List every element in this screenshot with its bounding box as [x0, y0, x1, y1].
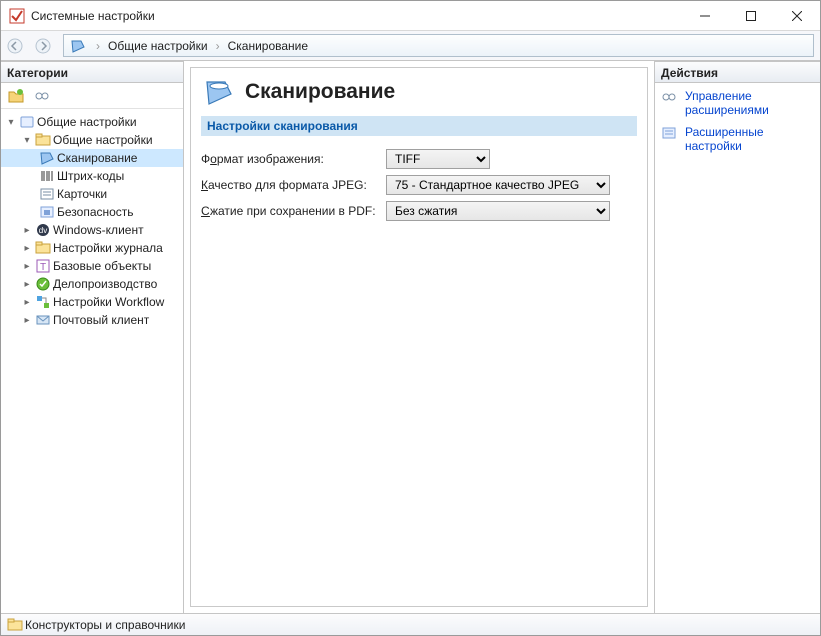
tree-label: Штрих-коды [57, 169, 124, 183]
scanner-icon [39, 150, 55, 166]
window-title: Системные настройки [31, 9, 682, 23]
app-icon [9, 8, 25, 24]
tree-node-workflow[interactable]: ▸ Настройки Workflow [1, 293, 183, 311]
nav-forward-button[interactable] [29, 31, 57, 60]
tree-label: Сканирование [57, 151, 137, 165]
action-link[interactable]: Расширенныенастройки [685, 125, 764, 153]
maximize-button[interactable] [728, 1, 774, 31]
security-icon [39, 204, 55, 220]
main-panel: Сканирование Настройки сканирования Форм… [184, 61, 655, 613]
statusbar: Конструкторы и справочники [1, 613, 820, 635]
action-manage-extensions[interactable]: Управлениерасширениями [661, 89, 814, 117]
tree-node-security[interactable]: Безопасность [1, 203, 183, 221]
label-quality: Качество для формата JPEG: [201, 178, 386, 192]
breadcrumb-item-2[interactable]: Сканирование [228, 39, 308, 53]
actions-header: Действия [655, 61, 820, 83]
docflow-icon [35, 276, 51, 292]
close-button[interactable] [774, 1, 820, 31]
row-compression: Сжатие при сохранении в PDF: Без сжатия [201, 198, 637, 224]
tree-label: Общие настройки [37, 115, 137, 129]
tree-label: Windows-клиент [53, 223, 144, 237]
tree-label: Настройки Workflow [53, 295, 164, 309]
link-icon [661, 89, 677, 105]
expand-icon[interactable]: ▸ [19, 240, 35, 256]
expand-icon[interactable]: ▸ [19, 276, 35, 292]
status-text: Конструкторы и справочники [25, 618, 185, 632]
expand-icon[interactable]: ▸ [19, 312, 35, 328]
base-icon: T [35, 258, 51, 274]
action-link[interactable]: Управлениерасширениями [685, 89, 769, 117]
window: Системные настройки › Общие настройки › … [0, 0, 821, 636]
workflow-icon [35, 294, 51, 310]
collapse-icon[interactable]: ▾ [19, 132, 35, 148]
titlebar: Системные настройки [1, 1, 820, 31]
tree-node-general[interactable]: ▾ Общие настройки [1, 131, 183, 149]
label-image-format: Формат изображения: [201, 152, 386, 166]
new-folder-button[interactable] [5, 85, 27, 107]
tree-node-mail[interactable]: ▸ Почтовый клиент [1, 311, 183, 329]
navbar: › Общие настройки › Сканирование [1, 31, 820, 61]
tree-label: Карточки [57, 187, 107, 201]
tree-node-windows-client[interactable]: ▸ dv Windows-клиент [1, 221, 183, 239]
nav-back-button[interactable] [1, 31, 29, 60]
tree-label: Почтовый клиент [53, 313, 149, 327]
breadcrumb[interactable]: › Общие настройки › Сканирование [63, 34, 814, 57]
tree-label: Делопроизводство [53, 277, 157, 291]
chevron-right-icon: › [210, 39, 226, 53]
minimize-button[interactable] [682, 1, 728, 31]
expand-icon[interactable]: ▸ [19, 222, 35, 238]
row-image-format: Формат изображения: TIFF [201, 146, 637, 172]
page-title: Сканирование [245, 80, 395, 104]
section-heading: Настройки сканирования [201, 116, 637, 136]
categories-toolbar [1, 83, 183, 109]
tree-label: Настройки журнала [53, 241, 163, 255]
card-icon [39, 186, 55, 202]
scanner-icon [203, 76, 235, 108]
tree-label: Безопасность [57, 205, 134, 219]
tree-node-cards[interactable]: Карточки [1, 185, 183, 203]
categories-panel: Категории ▾ Общие настройки ▾ Общие наст… [1, 61, 184, 613]
label-compression: Сжатие при сохранении в PDF: [201, 204, 386, 218]
breadcrumb-item-1[interactable]: Общие настройки [108, 39, 208, 53]
settings-form: Формат изображения: TIFF Качество для фо… [191, 140, 647, 230]
select-image-format[interactable]: TIFF [386, 149, 490, 169]
barcode-icon [39, 168, 55, 184]
actions-panel: Действия Управлениерасширениями Расширен… [655, 61, 820, 613]
expand-icon[interactable]: ▸ [19, 258, 35, 274]
mail-icon [35, 312, 51, 328]
select-quality[interactable]: 75 - Стандартное качество JPEG [386, 175, 610, 195]
breadcrumb-root-icon [70, 38, 86, 54]
tree-node-docflow[interactable]: ▸ Делопроизводство [1, 275, 183, 293]
folder-icon [35, 132, 51, 148]
svg-text:dv: dv [39, 226, 47, 235]
actions-body: Управлениерасширениями Расширенныенастро… [655, 83, 820, 167]
folder-icon [35, 240, 51, 256]
row-quality: Качество для формата JPEG: 75 - Стандарт… [201, 172, 637, 198]
body: Категории ▾ Общие настройки ▾ Общие наст… [1, 61, 820, 613]
categories-header: Категории [1, 61, 183, 83]
link-button[interactable] [31, 85, 53, 107]
folder-icon [19, 114, 35, 130]
action-advanced-settings[interactable]: Расширенныенастройки [661, 125, 814, 153]
tree-node-root[interactable]: ▾ Общие настройки [1, 113, 183, 131]
tree-node-barcodes[interactable]: Штрих-коды [1, 167, 183, 185]
folder-icon [7, 617, 23, 633]
chevron-right-icon: › [90, 39, 106, 53]
tree-label: Базовые объекты [53, 259, 151, 273]
categories-tree: ▾ Общие настройки ▾ Общие настройки Скан… [1, 109, 183, 613]
tree-node-base-objects[interactable]: ▸ T Базовые объекты [1, 257, 183, 275]
select-compression[interactable]: Без сжатия [386, 201, 610, 221]
settings-icon [661, 125, 677, 141]
collapse-icon[interactable]: ▾ [3, 114, 19, 130]
tree-label: Общие настройки [53, 133, 153, 147]
main-inner: Сканирование Настройки сканирования Форм… [190, 67, 648, 607]
svg-text:T: T [40, 262, 46, 273]
expand-icon[interactable]: ▸ [19, 294, 35, 310]
windows-client-icon: dv [35, 222, 51, 238]
page-header: Сканирование [191, 68, 647, 116]
tree-node-scanning[interactable]: Сканирование [1, 149, 183, 167]
tree-node-journal[interactable]: ▸ Настройки журнала [1, 239, 183, 257]
